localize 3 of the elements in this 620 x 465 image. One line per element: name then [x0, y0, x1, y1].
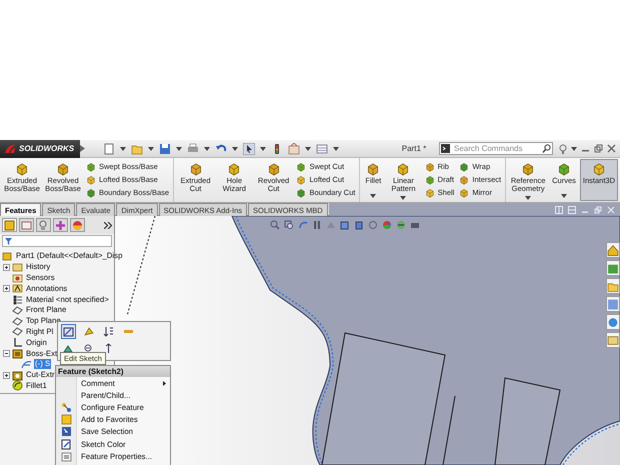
document-title: Part1 *	[400, 144, 428, 153]
app-name: SOLIDWORKS	[19, 144, 74, 153]
search-field[interactable]: Search Commands	[439, 142, 553, 155]
